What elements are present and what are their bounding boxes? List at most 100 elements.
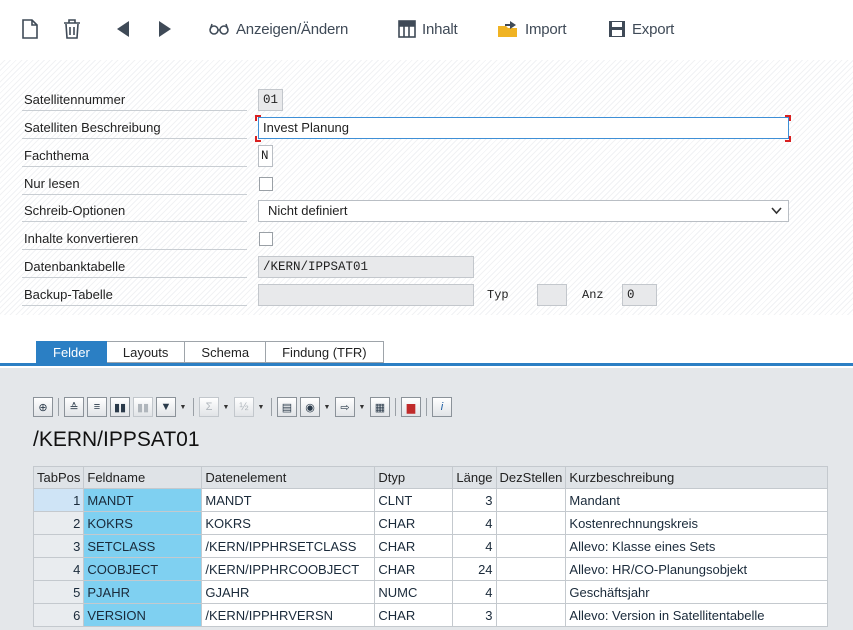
toolbar-separator [271, 398, 272, 416]
tabpos-cell[interactable]: 2 [32, 511, 85, 535]
column-header[interactable]: Länge [452, 466, 497, 489]
next-arrow-icon[interactable] [158, 17, 172, 41]
dtype-cell[interactable]: CHAR [374, 534, 454, 558]
short-description-cell[interactable]: Mandant [565, 488, 829, 512]
graphic-icon[interactable]: ▆ [401, 397, 421, 417]
length-cell[interactable]: 4 [452, 580, 497, 604]
tab-layouts[interactable]: Layouts [106, 341, 186, 363]
column-header[interactable]: Kurzbeschreibung [565, 466, 829, 489]
table-row[interactable]: 6 VERSION /KERN/IPPHRVERSN CHAR 3 Allevo… [32, 603, 829, 627]
details-icon[interactable]: ⊕ [33, 397, 53, 417]
trash-icon[interactable] [63, 17, 81, 41]
table-row[interactable]: 3 SETCLASS /KERN/IPPHRSETCLASS CHAR 4 Al… [32, 534, 829, 558]
subject-input[interactable]: N [258, 145, 273, 167]
export-label: Export [632, 20, 675, 38]
decimals-cell[interactable] [495, 603, 567, 627]
export-dropdown-icon[interactable]: ▼ [358, 397, 366, 417]
views-dropdown-icon[interactable]: ▼ [323, 397, 331, 417]
fieldname-cell[interactable]: PJAHR [83, 580, 203, 604]
convert-contents-label: Inhalte konvertieren [22, 228, 247, 250]
short-description-cell[interactable]: Kostenrechnungskreis [565, 511, 829, 535]
print-icon[interactable]: ▤ [277, 397, 297, 417]
sum-icon[interactable]: Σ [199, 397, 219, 417]
views-icon[interactable]: ◉ [300, 397, 320, 417]
column-header[interactable]: DezStellen [495, 466, 567, 489]
length-cell[interactable]: 4 [452, 511, 497, 535]
tab-schema[interactable]: Schema [185, 341, 267, 363]
sum-dropdown-icon[interactable]: ▼ [222, 397, 230, 417]
tab-fields[interactable]: Felder [36, 341, 107, 363]
sort-descending-icon[interactable]: ≡ [87, 397, 107, 417]
column-header[interactable]: Datenelement [201, 466, 376, 489]
filter-dropdown-icon[interactable]: ▼ [179, 397, 187, 417]
tabpos-cell[interactable]: 5 [32, 580, 85, 604]
new-document-icon[interactable] [22, 17, 38, 41]
decimals-cell[interactable] [495, 488, 567, 512]
filter-icon[interactable]: ▼ [156, 397, 176, 417]
column-header[interactable]: Dtyp [374, 466, 454, 489]
read-only-checkbox[interactable] [259, 177, 273, 191]
export-icon[interactable]: ⇨ [335, 397, 355, 417]
data-element-cell[interactable]: GJAHR [201, 580, 376, 604]
satellite-description-label: Satelliten Beschreibung [22, 117, 247, 139]
column-header[interactable]: TabPos [32, 466, 85, 489]
sort-ascending-icon[interactable]: ≙ [64, 397, 84, 417]
dtype-cell[interactable]: CLNT [374, 488, 454, 512]
decimals-cell[interactable] [495, 557, 567, 581]
length-cell[interactable]: 3 [452, 603, 497, 627]
length-cell[interactable]: 3 [452, 488, 497, 512]
dtype-cell[interactable]: CHAR [374, 603, 454, 627]
dtype-cell[interactable]: CHAR [374, 557, 454, 581]
decimals-cell[interactable] [495, 511, 567, 535]
table-row[interactable]: 2 KOKRS KOKRS CHAR 4 Kostenrechnungskrei… [32, 511, 829, 535]
layout-icon[interactable]: ▦ [370, 397, 390, 417]
table-row[interactable]: 5 PJAHR GJAHR NUMC 4 Geschäftsjahr [32, 580, 829, 604]
tab-determination[interactable]: Findung (TFR) [266, 341, 384, 363]
subtotal-icon[interactable]: ½ [234, 397, 254, 417]
fieldname-cell[interactable]: SETCLASS [83, 534, 203, 558]
short-description-cell[interactable]: Allevo: HR/CO-Planungsobjekt [565, 557, 829, 581]
focus-marker [255, 136, 261, 142]
satellite-description-input[interactable]: Invest Planung [258, 117, 789, 139]
tabpos-cell[interactable]: 1 [32, 488, 85, 512]
table-row[interactable]: 4 COOBJECT /KERN/IPPHRCOOBJECT CHAR 24 A… [32, 557, 829, 581]
decimals-cell[interactable] [495, 534, 567, 558]
alv-toolbar: ⊕ ≙ ≡ ▮▮ ▮▮ ▼ ▼ Σ ▼ ½ ▼ ▤ ◉ ▼ ⇨ ▼ ▦ ▆ i [33, 395, 455, 419]
fieldname-cell[interactable]: COOBJECT [83, 557, 203, 581]
dtype-cell[interactable]: CHAR [374, 511, 454, 535]
typ-field [537, 284, 567, 306]
tabpos-cell[interactable]: 3 [32, 534, 85, 558]
tabpos-cell[interactable]: 6 [32, 603, 85, 627]
find-icon[interactable]: ▮▮ [110, 397, 130, 417]
decimals-cell[interactable] [495, 580, 567, 604]
short-description-cell[interactable]: Allevo: Klasse eines Sets [565, 534, 829, 558]
table-row[interactable]: 1 MANDT MANDT CLNT 3 Mandant [32, 488, 829, 512]
fieldname-cell[interactable]: VERSION [83, 603, 203, 627]
short-description-cell[interactable]: Allevo: Version in Satellitentabelle [565, 603, 829, 627]
fieldname-cell[interactable]: MANDT [83, 488, 203, 512]
backup-table-label: Backup-Tabelle [22, 284, 247, 306]
data-element-cell[interactable]: /KERN/IPPHRSETCLASS [201, 534, 376, 558]
dtype-cell[interactable]: NUMC [374, 580, 454, 604]
previous-arrow-icon[interactable] [116, 17, 130, 41]
data-element-cell[interactable]: KOKRS [201, 511, 376, 535]
length-cell[interactable]: 4 [452, 534, 497, 558]
column-header[interactable]: Feldname [83, 466, 203, 489]
tabpos-cell[interactable]: 4 [32, 557, 85, 581]
short-description-cell[interactable]: Geschäftsjahr [565, 580, 829, 604]
info-icon[interactable]: i [432, 397, 452, 417]
db-table-label: Datenbanktabelle [22, 256, 247, 278]
fieldname-cell[interactable]: KOKRS [83, 511, 203, 535]
data-element-cell[interactable]: MANDT [201, 488, 376, 512]
display-change-button[interactable]: Anzeigen/Ändern [208, 17, 348, 41]
content-button[interactable]: Inhalt [398, 17, 458, 41]
import-button[interactable]: Import [497, 17, 567, 41]
data-element-cell[interactable]: /KERN/IPPHRCOOBJECT [201, 557, 376, 581]
write-options-select[interactable]: Nicht definiert [258, 200, 789, 222]
convert-contents-checkbox[interactable] [259, 232, 273, 246]
subtotal-dropdown-icon[interactable]: ▼ [257, 397, 265, 417]
find-next-icon[interactable]: ▮▮ [133, 397, 153, 417]
data-element-cell[interactable]: /KERN/IPPHRVERSN [201, 603, 376, 627]
export-button[interactable]: Export [608, 17, 674, 41]
length-cell[interactable]: 24 [452, 557, 497, 581]
